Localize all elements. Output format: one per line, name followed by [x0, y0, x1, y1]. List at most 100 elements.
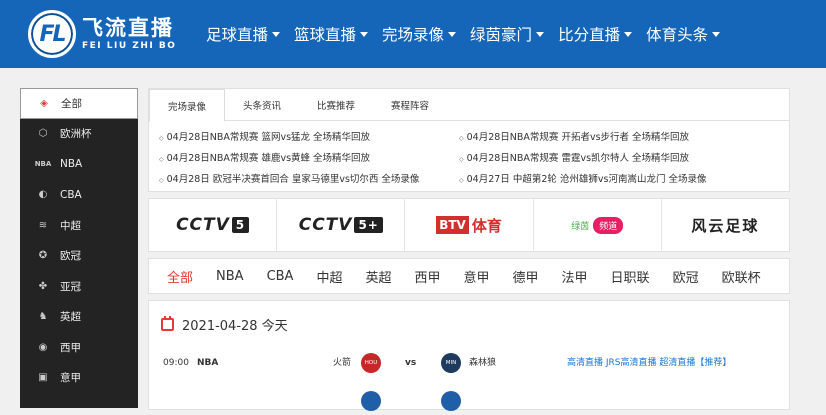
sidebar-item-label: 欧洲杯: [60, 128, 92, 141]
main-nav: 足球直播 篮球直播 完场录像 绿茵豪门 比分直播 体育头条: [206, 0, 734, 68]
sidebar-item-csl[interactable]: ≋ 中超: [20, 210, 138, 241]
sidebar-item-nba[interactable]: NBA NBA: [20, 149, 138, 180]
stream-links[interactable]: 高清直播 JRS高清直播 超清直播【推荐】: [567, 349, 731, 377]
sidebar-item-label: NBA: [60, 158, 83, 171]
lvyin-pill: 频道: [593, 216, 624, 234]
channel-fengyun[interactable]: 风云足球: [662, 199, 789, 251]
afc-icon: ✤: [38, 280, 48, 292]
away-team-logo: MIN: [441, 353, 461, 373]
news-link[interactable]: 04月28日 欧冠半决赛首回合 皇家马德里vs切尔西 全场录像: [159, 169, 459, 190]
laliga-icon: ◉: [38, 341, 48, 353]
sidebar-item-cba[interactable]: ◐ CBA: [20, 180, 138, 211]
match-schedule: 2021-04-28 今天 09:00 NBA 火箭 HOU vs MIN 森林…: [148, 300, 791, 411]
home-team: 火箭: [333, 358, 352, 368]
news-link[interactable]: 04月28日NBA常规赛 雷霆vs凯尔特人 全场精华回放: [459, 148, 759, 169]
category-jleague[interactable]: 日职联: [611, 267, 650, 286]
sidebar-item-label: 欧冠: [60, 250, 81, 263]
nav-label: 足球直播: [206, 26, 269, 44]
match-row[interactable]: [149, 387, 791, 415]
category-all[interactable]: 全部: [167, 267, 193, 286]
sidebar-item-label: 意甲: [60, 372, 81, 385]
sidebar-item-label: 英超: [60, 311, 81, 324]
site-header: FL 飞流直播 FEI LIU ZHI BO 足球直播 篮球直播 完场录像 绿茵…: [0, 0, 826, 68]
news-tabs: 完场录像 头条资讯 比赛推荐 赛程阵容: [149, 89, 789, 122]
channel-cctv5[interactable]: CCTV 5: [149, 199, 278, 251]
away-team-logo: [441, 391, 461, 411]
site-logo[interactable]: FL 飞流直播 FEI LIU ZHI BO: [28, 10, 176, 58]
match-row[interactable]: 09:00 NBA 火箭 HOU vs MIN 森林狼 高清直播 JRS高清直播…: [149, 349, 791, 377]
btv-text: 体育: [471, 216, 502, 235]
nav-label: 完场录像: [382, 26, 445, 44]
cctv-num: 5: [231, 217, 250, 233]
channel-btv[interactable]: BTV 体育: [405, 199, 534, 251]
category-ucl[interactable]: 欧冠: [673, 267, 699, 286]
category-csl[interactable]: 中超: [316, 267, 342, 286]
cba-icon: ◐: [38, 189, 48, 201]
schedule-date: 2021-04-28 今天: [161, 315, 288, 334]
lvyin-text: 绿茵: [571, 221, 590, 232]
schedule-date-label: 2021-04-28 今天: [182, 319, 288, 334]
home-team-logo: [361, 391, 381, 411]
chevron-down-icon: [536, 31, 545, 37]
csl-icon: ≋: [38, 219, 48, 231]
fengyun-logo: 风云足球: [691, 216, 760, 235]
nav-replays[interactable]: 完场录像: [382, 23, 457, 45]
sidebar-item-afc[interactable]: ✤ 亚冠: [20, 271, 138, 302]
tab-recommendations[interactable]: 比赛推荐: [299, 89, 373, 121]
sidebar-item-epl[interactable]: ♞ 英超: [20, 302, 138, 333]
category-epl[interactable]: 英超: [365, 267, 391, 286]
tab-lineups[interactable]: 赛程阵容: [373, 89, 447, 121]
sidebar-item-label: 西甲: [60, 341, 81, 354]
nba-icon: NBA: [34, 160, 52, 169]
category-ligue1[interactable]: 法甲: [562, 267, 588, 286]
match-league: NBA: [197, 358, 219, 368]
category-cba[interactable]: CBA: [267, 269, 294, 284]
category-seriea[interactable]: 意甲: [464, 267, 490, 286]
news-link[interactable]: 04月28日NBA常规赛 篮网vs猛龙 全场精华回放: [159, 127, 459, 148]
logo-badge: FL: [28, 10, 76, 58]
category-uel[interactable]: 欧联杯: [722, 267, 761, 286]
channel-lvyin[interactable]: 绿茵 频道: [534, 199, 662, 251]
logo-title: 飞流直播: [82, 16, 174, 40]
away-team: 森林狼: [469, 358, 497, 368]
news-panel: 完场录像 头条资讯 比赛推荐 赛程阵容 04月28日NBA常规赛 篮网vs猛龙 …: [148, 88, 790, 192]
news-link[interactable]: 04月28日NBA常规赛 开拓者vs步行者 全场精华回放: [459, 127, 759, 148]
nav-label: 篮球直播: [294, 26, 357, 44]
nav-clubs[interactable]: 绿茵豪门: [470, 23, 545, 45]
trophy-icon: ⬡: [38, 128, 48, 140]
channel-strip: CCTV 5 CCTV 5+ BTV 体育 绿茵 频道 风云足球: [148, 198, 790, 252]
category-filter: 全部 NBA CBA 中超 英超 西甲 意甲 德甲 法甲 日职联 欧冠 欧联杯: [148, 258, 790, 294]
cctv-text: CCTV: [298, 215, 353, 235]
category-bundesliga[interactable]: 德甲: [513, 267, 539, 286]
cctv5plus-logo: CCTV 5+: [299, 215, 383, 235]
sidebar-item-euro[interactable]: ⬡ 欧洲杯: [20, 119, 138, 150]
tab-replays[interactable]: 完场录像: [149, 89, 226, 122]
sidebar-item-all[interactable]: ◈ 全部: [20, 88, 138, 119]
ucl-icon: ✪: [38, 250, 48, 262]
logo-mark: FL: [39, 21, 66, 47]
nav-headlines[interactable]: 体育头条: [646, 23, 721, 45]
news-link[interactable]: 04月28日NBA常规赛 雄鹿vs黄蜂 全场精华回放: [159, 148, 459, 169]
btv-badge: BTV: [436, 216, 469, 234]
nav-scores[interactable]: 比分直播: [558, 23, 633, 45]
calendar-icon: [161, 316, 174, 331]
cctv-num: 5+: [354, 217, 383, 233]
btv-logo: BTV 体育: [436, 215, 502, 236]
home-team-logo: HOU: [361, 353, 381, 373]
sidebar-item-label: CBA: [60, 188, 82, 201]
chevron-down-icon: [360, 31, 369, 37]
sidebar-item-seriea[interactable]: ▣ 意甲: [20, 363, 138, 394]
channel-cctv5plus[interactable]: CCTV 5+: [277, 199, 406, 251]
cctv-text: CCTV: [176, 215, 230, 235]
nav-football-live[interactable]: 足球直播: [206, 23, 281, 45]
tab-headlines[interactable]: 头条资讯: [225, 89, 299, 121]
sidebar-item-label: 亚冠: [60, 280, 81, 293]
league-sidebar: ◈ 全部 ⬡ 欧洲杯 NBA NBA ◐ CBA ≋ 中超 ✪ 欧冠 ✤ 亚冠 ♞ 英超 ◉ 西甲…: [20, 88, 138, 408]
sidebar-item-laliga[interactable]: ◉ 西甲: [20, 332, 138, 363]
category-nba[interactable]: NBA: [216, 269, 244, 284]
chevron-down-icon: [448, 31, 457, 37]
nav-basketball-live[interactable]: 篮球直播: [294, 23, 369, 45]
news-link[interactable]: 04月27日 中超第2轮 沧州雄狮vs河南嵩山龙门 全场录像: [459, 169, 759, 190]
sidebar-item-ucl[interactable]: ✪ 欧冠: [20, 241, 138, 272]
category-laliga[interactable]: 西甲: [414, 267, 440, 286]
